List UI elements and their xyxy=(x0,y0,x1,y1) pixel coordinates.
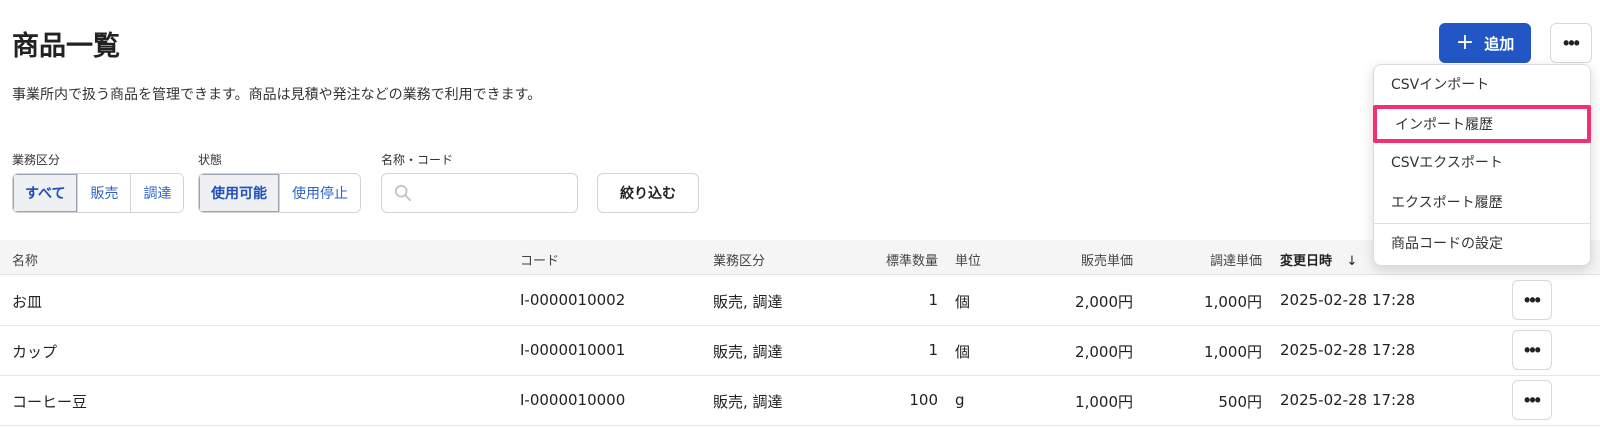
business-option-sales[interactable]: 販売 xyxy=(78,174,132,212)
more-actions-menu: CSVインポート インポート履歴 CSVエクスポート エクスポート履歴 商品コー… xyxy=(1373,64,1591,266)
column-purchase-price[interactable]: 調達単価 xyxy=(1180,250,1262,269)
ellipsis-icon: ••• xyxy=(1524,290,1541,310)
menu-item-import-history[interactable]: インポート履歴 xyxy=(1373,105,1591,143)
cell-business: 販売, 調達 xyxy=(713,343,783,361)
cell-name: コーヒー豆 xyxy=(12,393,88,411)
menu-item-csv-import[interactable]: CSVインポート xyxy=(1374,65,1590,103)
status-filter-label: 状態 xyxy=(198,153,223,167)
column-name[interactable]: 名称 xyxy=(12,250,38,269)
menu-item-csv-export[interactable]: CSVエクスポート xyxy=(1374,143,1590,181)
search-icon xyxy=(394,184,412,202)
cell-business: 販売, 調達 xyxy=(713,393,783,411)
menu-item-product-code-settings[interactable]: 商品コードの設定 xyxy=(1374,224,1590,262)
cell-qty: 100 xyxy=(909,391,938,409)
cell-updated-at: 2025-02-28 17:28 xyxy=(1280,341,1416,359)
cell-purchase-price: 1,000円 xyxy=(1204,343,1262,361)
cell-name: カップ xyxy=(12,343,58,361)
column-standard-qty[interactable]: 標準数量 xyxy=(848,250,938,269)
cell-business: 販売, 調達 xyxy=(713,293,783,311)
cell-unit: 個 xyxy=(955,293,971,311)
menu-item-export-history[interactable]: エクスポート履歴 xyxy=(1374,183,1590,221)
add-button-label: 追加 xyxy=(1484,34,1515,53)
status-option-active[interactable]: 使用可能 xyxy=(199,174,280,212)
cell-unit: g xyxy=(955,391,965,409)
cell-qty: 1 xyxy=(928,341,938,359)
column-unit[interactable]: 単位 xyxy=(955,250,981,269)
business-option-procurement[interactable]: 調達 xyxy=(131,174,184,212)
ellipsis-icon: ••• xyxy=(1563,33,1580,53)
cell-code: I-0000010002 xyxy=(520,291,626,309)
status-option-inactive[interactable]: 使用停止 xyxy=(280,174,360,212)
cell-code: I-0000010000 xyxy=(520,391,626,409)
cell-qty: 1 xyxy=(928,291,938,309)
cell-updated-at: 2025-02-28 17:28 xyxy=(1280,391,1416,409)
page-description: 事業所内で扱う商品を管理できます。商品は見積や発注などの業務で利用できます。 xyxy=(12,87,542,103)
cell-unit: 個 xyxy=(955,343,971,361)
column-business[interactable]: 業務区分 xyxy=(713,250,765,269)
cell-code: I-0000010001 xyxy=(520,341,626,359)
ellipsis-icon: ••• xyxy=(1524,340,1541,360)
table-row[interactable]: コーヒー豆 I-0000010000 販売, 調達 100 g 1,000円 5… xyxy=(0,376,1600,426)
table-row[interactable]: お皿 I-0000010002 販売, 調達 1 個 2,000円 1,000円… xyxy=(0,276,1600,326)
column-updated-at[interactable]: 変更日時 ↓ xyxy=(1280,250,1357,269)
add-button[interactable]: + 追加 xyxy=(1439,23,1531,63)
row-more-button[interactable]: ••• xyxy=(1512,330,1552,370)
business-filter: すべて 販売 調達 xyxy=(12,173,185,213)
cell-sale-price: 2,000円 xyxy=(1075,293,1133,311)
ellipsis-icon: ••• xyxy=(1524,390,1541,410)
status-filter: 使用可能 使用停止 xyxy=(198,173,361,213)
table-header: 名称 コード 業務区分 標準数量 単位 販売単価 調達単価 変更日時 ↓ xyxy=(0,240,1600,275)
row-more-button[interactable]: ••• xyxy=(1512,280,1552,320)
cell-updated-at: 2025-02-28 17:28 xyxy=(1280,291,1416,309)
cell-purchase-price: 500円 xyxy=(1218,393,1262,411)
cell-name: お皿 xyxy=(12,293,43,311)
cell-sale-price: 1,000円 xyxy=(1075,393,1133,411)
more-actions-button[interactable]: ••• xyxy=(1550,23,1592,63)
sort-desc-icon: ↓ xyxy=(1346,254,1358,269)
search-input[interactable] xyxy=(381,173,578,213)
table-row[interactable]: カップ I-0000010001 販売, 調達 1 個 2,000円 1,000… xyxy=(0,326,1600,376)
filter-button[interactable]: 絞り込む xyxy=(597,173,699,213)
plus-icon: + xyxy=(1455,30,1475,55)
business-filter-label: 業務区分 xyxy=(12,153,61,167)
page-title: 商品一覧 xyxy=(12,31,120,62)
cell-purchase-price: 1,000円 xyxy=(1204,293,1262,311)
column-sale-price[interactable]: 販売単価 xyxy=(1040,250,1133,269)
column-code[interactable]: コード xyxy=(520,250,559,269)
column-updated-at-label: 変更日時 xyxy=(1280,254,1333,269)
search-label: 名称・コード xyxy=(381,153,454,167)
row-more-button[interactable]: ••• xyxy=(1512,380,1552,420)
business-option-all[interactable]: すべて xyxy=(13,174,79,212)
cell-sale-price: 2,000円 xyxy=(1075,343,1133,361)
